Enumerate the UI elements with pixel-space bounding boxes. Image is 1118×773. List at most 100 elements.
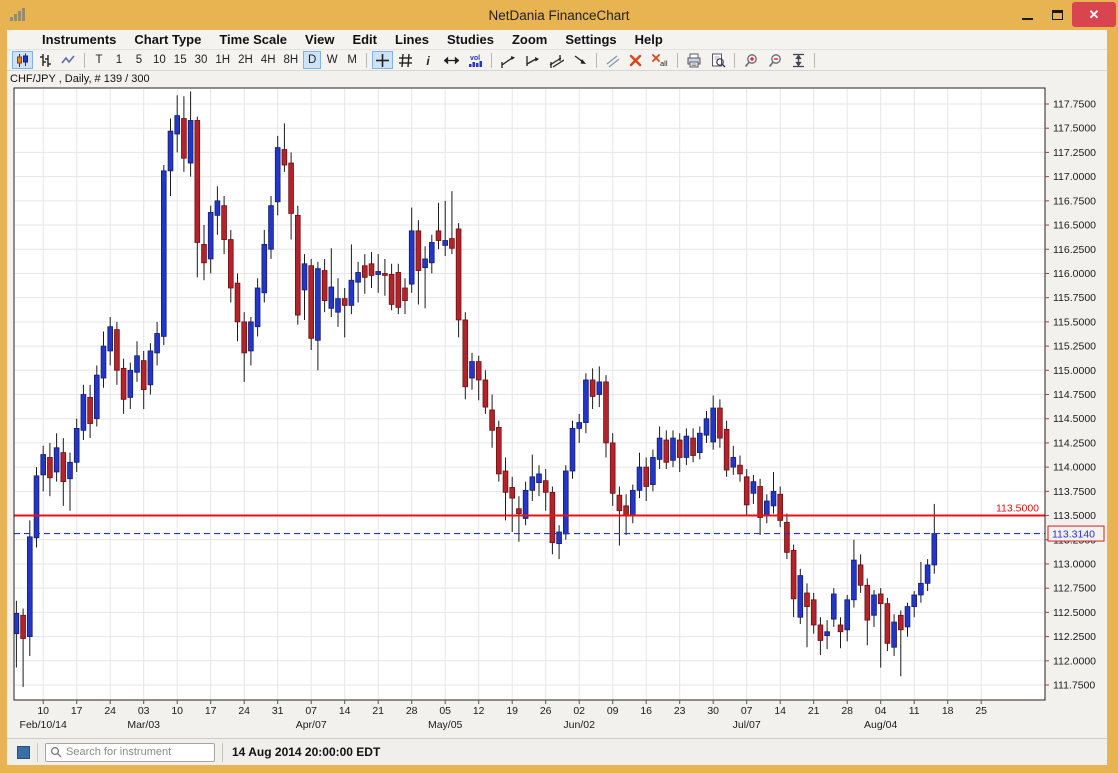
- menu-settings[interactable]: Settings: [556, 32, 625, 47]
- svg-text:113.7500: 113.7500: [1053, 486, 1096, 498]
- svg-text:12: 12: [473, 705, 485, 717]
- grid-icon[interactable]: [395, 51, 416, 69]
- close-button[interactable]: ✕: [1072, 2, 1116, 27]
- svg-text:Aug/04: Aug/04: [864, 719, 897, 731]
- maximize-button[interactable]: [1042, 2, 1072, 28]
- svg-text:117.5000: 117.5000: [1053, 123, 1096, 135]
- price-chart[interactable]: 113.500010172403101724310714212805121926…: [7, 74, 1107, 738]
- svg-text:Jun/02: Jun/02: [563, 719, 595, 731]
- channel-icon[interactable]: [545, 51, 567, 69]
- search-box[interactable]: [45, 743, 215, 762]
- menu-instruments[interactable]: Instruments: [33, 32, 125, 47]
- svg-text:10: 10: [37, 705, 49, 717]
- svg-text:116.5000: 116.5000: [1053, 220, 1096, 232]
- timescale-15-button[interactable]: 15: [171, 51, 190, 69]
- toolbar-divider: [84, 53, 85, 68]
- svg-text:114.5000: 114.5000: [1053, 413, 1096, 425]
- svg-text:113.5000: 113.5000: [1053, 510, 1096, 522]
- svg-text:05: 05: [439, 705, 451, 717]
- toolbar-divider: [366, 53, 367, 68]
- svg-text:117.7500: 117.7500: [1053, 99, 1096, 111]
- parallel-lines-icon[interactable]: [602, 51, 623, 69]
- timescale-1h-button[interactable]: 1H: [212, 51, 233, 69]
- status-bar: 14 Aug 2014 20:00:00 EDT: [7, 738, 1107, 765]
- print-preview-icon[interactable]: [707, 51, 729, 69]
- svg-text:115.5000: 115.5000: [1053, 316, 1096, 328]
- svg-text:116.0000: 116.0000: [1053, 268, 1096, 280]
- menu-studies[interactable]: Studies: [438, 32, 503, 47]
- svg-text:114.0000: 114.0000: [1053, 462, 1096, 474]
- svg-text:vol: vol: [470, 55, 480, 62]
- window-title: NetDania FinanceChart: [0, 8, 1118, 23]
- volume-icon[interactable]: vol: [464, 51, 486, 69]
- svg-text:Feb/10/14: Feb/10/14: [20, 719, 67, 731]
- svg-text:May/05: May/05: [428, 719, 463, 731]
- menu-zoom[interactable]: Zoom: [503, 32, 556, 47]
- svg-text:117.2500: 117.2500: [1053, 147, 1096, 159]
- svg-text:115.7500: 115.7500: [1053, 292, 1096, 304]
- timescale-d-button[interactable]: D: [303, 51, 321, 69]
- timescale-8h-button[interactable]: 8H: [281, 51, 302, 69]
- timescale-2h-button[interactable]: 2H: [235, 51, 256, 69]
- line-chart-icon[interactable]: [58, 51, 79, 69]
- arrow-line-icon[interactable]: [569, 51, 591, 69]
- svg-text:Jul/07: Jul/07: [733, 719, 761, 731]
- timescale-m-button[interactable]: M: [343, 51, 361, 69]
- search-input[interactable]: [62, 745, 210, 759]
- svg-text:21: 21: [372, 705, 384, 717]
- client-frame: InstrumentsChart TypeTime ScaleViewEditL…: [7, 30, 1107, 765]
- maximize-icon: [1052, 10, 1063, 20]
- zoom-out-icon[interactable]: [764, 51, 786, 69]
- svg-text:114.7500: 114.7500: [1053, 389, 1096, 401]
- instrument-square-icon: [17, 746, 30, 759]
- timescale-1-button[interactable]: 1: [110, 51, 128, 69]
- svg-text:03: 03: [138, 705, 150, 717]
- horizontal-scroll-icon[interactable]: [441, 51, 462, 69]
- ohlc-bar-chart-icon[interactable]: [35, 51, 56, 69]
- svg-text:Apr/07: Apr/07: [296, 719, 327, 731]
- toolbar-divider: [491, 53, 492, 68]
- toolbar-divider: [677, 53, 678, 68]
- fit-vertical-icon[interactable]: [788, 51, 809, 69]
- candlestick-chart-icon[interactable]: [12, 51, 33, 69]
- menu-chart-type[interactable]: Chart Type: [125, 32, 210, 47]
- svg-text:112.2500: 112.2500: [1053, 631, 1096, 643]
- timescale-10-button[interactable]: 10: [150, 51, 169, 69]
- svg-text:116.7500: 116.7500: [1053, 195, 1096, 207]
- svg-text:113.3140: 113.3140: [1052, 529, 1095, 541]
- svg-text:30: 30: [707, 705, 719, 717]
- svg-text:112.5000: 112.5000: [1053, 607, 1096, 619]
- toolbar-divider: [814, 53, 815, 68]
- svg-text:112.0000: 112.0000: [1053, 655, 1096, 667]
- menu-edit[interactable]: Edit: [343, 32, 386, 47]
- timescale-5-button[interactable]: 5: [130, 51, 148, 69]
- menu-lines[interactable]: Lines: [386, 32, 438, 47]
- menu-view[interactable]: View: [296, 32, 343, 47]
- minimize-button[interactable]: [1012, 2, 1042, 28]
- delete-line-icon[interactable]: [625, 51, 646, 69]
- statusbar-divider: [222, 743, 223, 762]
- svg-text:18: 18: [942, 705, 954, 717]
- instrument-label: CHF/JPY , Daily, # 139 / 300: [10, 73, 150, 85]
- info-icon[interactable]: i: [418, 51, 439, 69]
- trend-line-icon[interactable]: [497, 51, 519, 69]
- timescale-t-button[interactable]: T: [90, 51, 108, 69]
- print-icon[interactable]: [683, 51, 705, 69]
- menu-help[interactable]: Help: [626, 32, 672, 47]
- svg-text:17: 17: [205, 705, 217, 717]
- menu-time-scale[interactable]: Time Scale: [210, 32, 296, 47]
- svg-text:31: 31: [272, 705, 284, 717]
- zoom-in-icon[interactable]: [740, 51, 762, 69]
- svg-text:11: 11: [909, 705, 920, 717]
- toolbar-divider: [734, 53, 735, 68]
- trend-ray-icon[interactable]: [521, 51, 543, 69]
- crosshair-icon[interactable]: [372, 51, 393, 69]
- minimize-icon: [1022, 18, 1033, 20]
- timescale-30-button[interactable]: 30: [192, 51, 211, 69]
- svg-text:26: 26: [540, 705, 552, 717]
- delete-all-lines-icon[interactable]: all: [648, 51, 672, 69]
- statusbar-divider: [37, 743, 38, 762]
- timescale-4h-button[interactable]: 4H: [258, 51, 279, 69]
- svg-text:14: 14: [774, 705, 786, 717]
- timescale-w-button[interactable]: W: [323, 51, 341, 69]
